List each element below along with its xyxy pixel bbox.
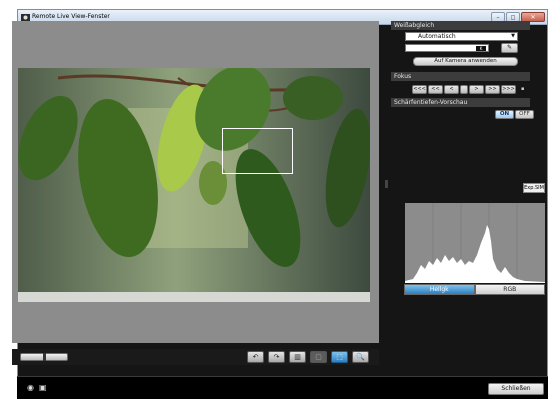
zoom-slider[interactable] — [20, 353, 68, 361]
footer-bar: ◉ ▣ Schließen — [17, 376, 548, 399]
focus-far-medium-button[interactable]: >> — [485, 85, 500, 94]
dof-off-button[interactable]: OFF — [515, 110, 534, 119]
focus-header: Fokus — [391, 72, 530, 81]
window-title: Remote Live View-Fenster — [32, 13, 110, 20]
focus-far-small-button[interactable]: > — [469, 85, 484, 94]
histogram — [405, 203, 545, 283]
kelvin-unit: K — [476, 46, 486, 51]
eyedropper-icon: ✎ — [506, 44, 513, 51]
white-balance-select[interactable]: Automatisch ▼ — [405, 32, 518, 41]
grid-button[interactable]: ▥ — [289, 351, 306, 363]
focus-section: <<< << < > >> >>> ▪ — [391, 81, 530, 98]
frame-button[interactable]: ▢ — [310, 351, 327, 363]
focus-near-large-button[interactable]: <<< — [412, 85, 427, 94]
plant-photo — [18, 68, 370, 302]
white-balance-header: Weißabgleich — [391, 21, 530, 30]
kelvin-input[interactable]: K — [405, 44, 489, 52]
panel-divider-handle[interactable] — [385, 180, 388, 188]
focus-frame-button[interactable]: ⬚ — [331, 351, 348, 363]
white-balance-section: Automatisch ▼ K ✎ Auf Kamera anwenden — [391, 30, 530, 72]
histogram-tabs: Hellgk RGB — [404, 284, 545, 295]
white-balance-value: Automatisch — [418, 33, 456, 40]
rotate-left-button[interactable]: ↶ — [247, 351, 264, 363]
tab-brightness[interactable]: Hellgk — [404, 284, 475, 295]
live-view-image[interactable] — [18, 68, 370, 302]
dof-preview-section: ON OFF — [391, 107, 534, 127]
histogram-graph — [405, 203, 545, 283]
rotate-right-button[interactable]: ↷ — [268, 351, 285, 363]
exposure-simulation-badge: Exp.SIM — [523, 183, 545, 193]
power-icon[interactable]: ◉ — [27, 383, 34, 392]
tab-rgb[interactable]: RGB — [474, 284, 545, 295]
viewer-toolbar: ↶ ↷ ▥ ▢ ⬚ 🔍 — [12, 349, 379, 365]
apply-to-camera-button[interactable]: Auf Kamera anwenden — [413, 57, 518, 66]
focus-near-medium-button[interactable]: << — [428, 85, 443, 94]
dof-preview-header: Schärfentiefen-Vorschau — [391, 98, 530, 107]
camera-settings-icon[interactable]: ▣ — [39, 383, 47, 392]
settings-panel: Weißabgleich Automatisch ▼ K ✎ Auf Kamer… — [391, 21, 534, 127]
focus-far-large-button[interactable]: >>> — [501, 85, 516, 94]
af-icon[interactable]: ▪ — [521, 86, 528, 93]
eyedropper-button[interactable]: ✎ — [501, 43, 518, 53]
focus-frame[interactable] — [222, 128, 293, 174]
close-button[interactable]: Schließen — [488, 383, 544, 395]
zoom-icon[interactable]: 🔍 — [352, 351, 369, 363]
window-sill — [18, 292, 370, 302]
dof-on-button[interactable]: ON — [495, 110, 514, 119]
zoom-slider-thumb[interactable] — [43, 353, 46, 361]
live-view-area[interactable] — [12, 21, 379, 343]
focus-near-small-button[interactable]: < — [444, 85, 459, 94]
chevron-down-icon: ▼ — [511, 33, 515, 39]
focus-center-button[interactable] — [460, 85, 468, 94]
